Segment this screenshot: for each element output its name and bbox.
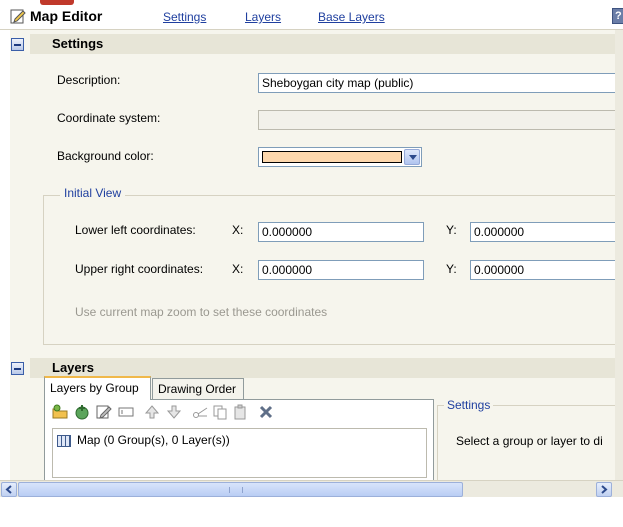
background-color-swatch: [262, 151, 402, 163]
vertical-scrollbar[interactable]: [615, 30, 623, 480]
scroll-thumb[interactable]: [18, 482, 463, 497]
zoom-hint-link[interactable]: Use current map zoom to set these coordi…: [75, 305, 327, 319]
nav-link-layers[interactable]: Layers: [245, 10, 281, 24]
horizontal-scrollbar[interactable]: [0, 480, 623, 497]
layer-settings-hint: Select a group or layer to di: [456, 434, 603, 448]
collapse-layers-icon[interactable]: [11, 362, 24, 375]
help-icon[interactable]: ?: [612, 8, 623, 24]
red-indicator: [40, 0, 74, 5]
chevron-down-icon[interactable]: [404, 149, 420, 165]
nav-link-settings[interactable]: Settings: [163, 10, 206, 24]
coordinate-system-label: Coordinate system:: [57, 111, 161, 125]
layers-section-title: Layers: [52, 360, 94, 375]
add-layer-icon[interactable]: [74, 404, 90, 420]
edit-icon[interactable]: [96, 404, 112, 420]
lower-left-label: Lower left coordinates:: [75, 223, 196, 237]
tab-layers-by-group[interactable]: Layers by Group: [44, 376, 151, 400]
collapse-settings-icon[interactable]: [11, 38, 24, 51]
scroll-right-button[interactable]: [596, 482, 612, 497]
move-down-icon[interactable]: [166, 404, 182, 420]
description-label: Description:: [57, 73, 121, 87]
chevron-left-icon: [5, 485, 12, 494]
tree-item-map[interactable]: Map (0 Group(s), 0 Layer(s)): [77, 433, 230, 447]
rename-icon[interactable]: [118, 404, 134, 420]
add-group-icon[interactable]: [52, 404, 68, 420]
lower-left-y-field[interactable]: 0.000000: [470, 222, 623, 242]
map-grid-icon: [57, 435, 71, 447]
tab-drawing-order[interactable]: Drawing Order: [152, 378, 244, 400]
settings-section-header[interactable]: Settings: [11, 34, 615, 54]
layer-tree: Map (0 Group(s), 0 Layer(s)): [52, 428, 427, 478]
nav-link-base-layers[interactable]: Base Layers: [318, 10, 385, 24]
lower-left-x-field[interactable]: 0.000000: [258, 222, 424, 242]
settings-section-title: Settings: [52, 36, 104, 51]
paste-icon[interactable]: [232, 404, 248, 420]
scroll-grip-icon: [229, 487, 243, 493]
upper-right-label: Upper right coordinates:: [75, 262, 204, 276]
app-title: Map Editor: [30, 8, 103, 24]
description-field[interactable]: Sheboygan city map (public): [258, 73, 623, 93]
edit-pencil-icon: [10, 9, 26, 24]
upper-right-x-field[interactable]: 0.000000: [258, 260, 424, 280]
move-up-icon[interactable]: [144, 404, 160, 420]
upper-right-y-field[interactable]: 0.000000: [470, 260, 623, 280]
copy-icon[interactable]: [212, 404, 228, 420]
upper-right-x-label: X:: [232, 262, 244, 276]
background-color-label: Background color:: [57, 149, 154, 163]
delete-icon[interactable]: [258, 404, 274, 420]
layers-section-header[interactable]: Layers: [11, 358, 615, 378]
layer-settings-title: Settings: [444, 398, 494, 412]
initial-view-title: Initial View: [60, 186, 126, 200]
cut-icon[interactable]: [192, 404, 208, 420]
upper-right-y-label: Y:: [446, 262, 457, 276]
background-color-select[interactable]: [258, 147, 422, 167]
coordinate-system-field[interactable]: [258, 110, 623, 130]
chevron-right-icon: [601, 485, 608, 494]
scroll-left-button[interactable]: [1, 482, 17, 497]
lower-left-x-label: X:: [232, 223, 244, 237]
lower-left-y-label: Y:: [446, 223, 457, 237]
